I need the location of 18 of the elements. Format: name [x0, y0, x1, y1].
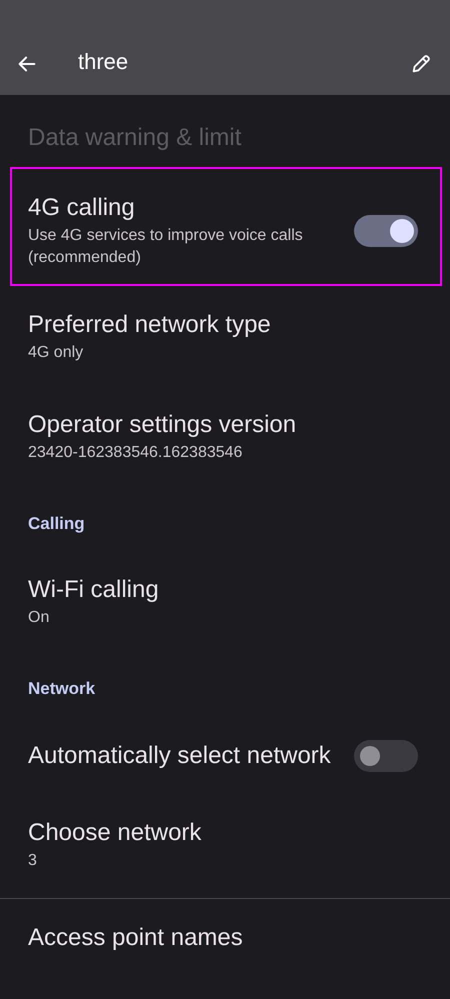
setting-summary: Use 4G services to improve voice calls (recommended)	[28, 226, 304, 268]
setting-title[interactable]: Operator settings version	[28, 410, 432, 440]
setting-title[interactable]: Preferred network type	[28, 310, 432, 340]
setting-summary: On	[28, 608, 50, 628]
setting-summary: 3	[28, 851, 38, 871]
setting-title[interactable]: Wi-Fi calling	[28, 575, 432, 605]
screen-title: three	[78, 49, 128, 76]
setting-title[interactable]: Choose network	[28, 818, 432, 848]
setting-title[interactable]: 4G calling	[28, 193, 338, 223]
setting-summary: 23420-162383546.162383546	[28, 443, 244, 463]
setting-title[interactable]: Access point names	[28, 923, 432, 953]
toggle-switch[interactable]	[354, 215, 418, 247]
section-header: Network	[27, 678, 96, 700]
toggle-switch[interactable]	[354, 740, 418, 772]
setting-summary: 4G only	[28, 343, 84, 363]
section-header: Calling	[27, 513, 86, 535]
setting-title[interactable]: Automatically select network	[28, 741, 338, 771]
pencil-icon	[410, 53, 432, 75]
